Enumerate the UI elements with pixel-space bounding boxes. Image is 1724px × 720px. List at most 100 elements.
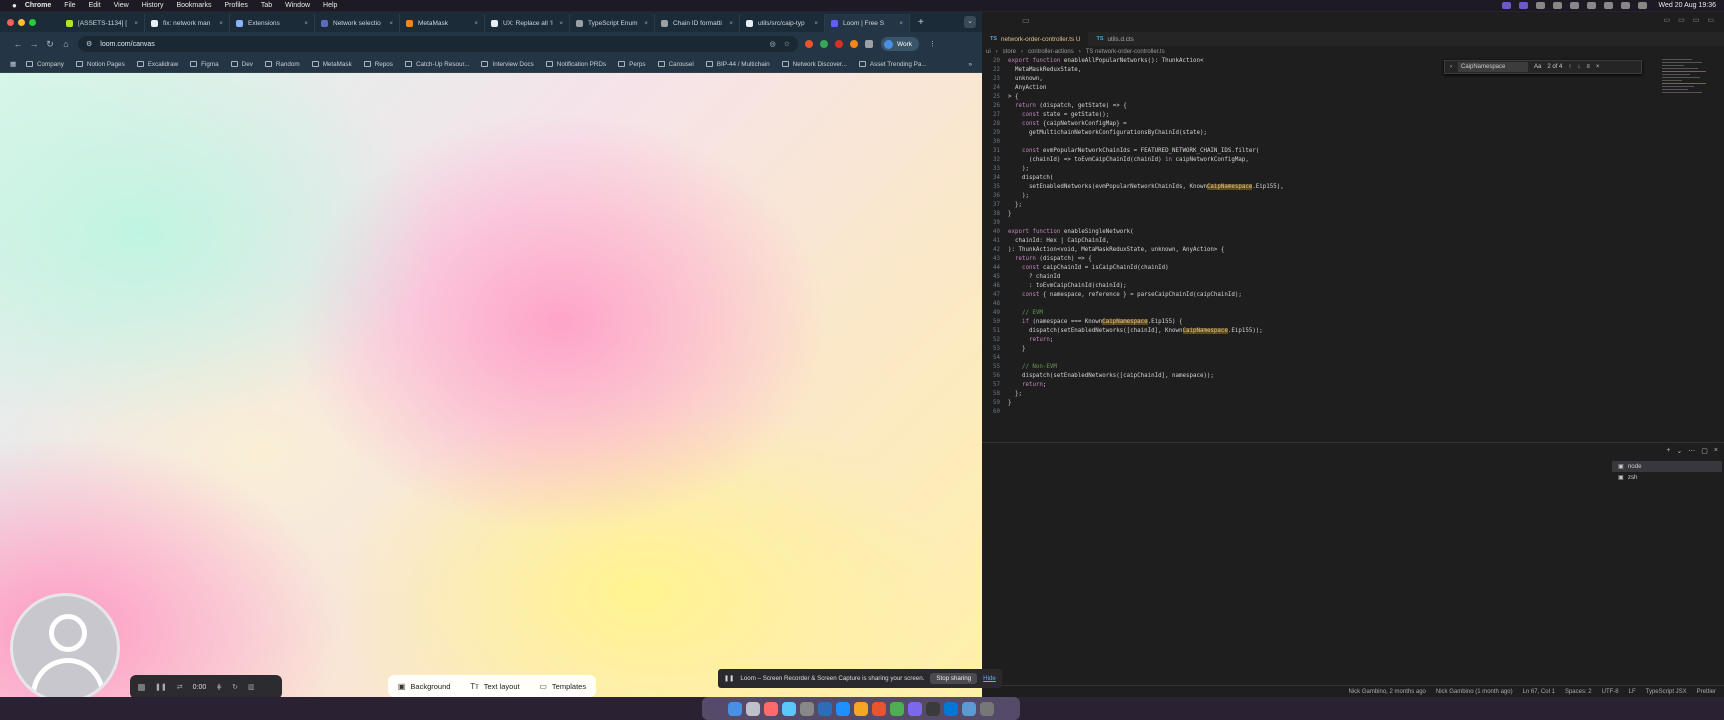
dock-app-icon[interactable] xyxy=(854,701,868,716)
trash-icon[interactable]: ▥ xyxy=(248,683,255,691)
camera-avatar-placeholder[interactable] xyxy=(10,593,120,697)
code-line[interactable]: 55 // Non-EVM xyxy=(982,363,1542,372)
more-menu-icon[interactable]: ⋮ xyxy=(929,40,936,48)
close-window-button[interactable] xyxy=(7,19,14,26)
code-line[interactable]: 33 ); xyxy=(982,165,1542,174)
find-in-selection-icon[interactable]: ≡ xyxy=(1586,64,1590,70)
code-line[interactable]: 48 xyxy=(982,300,1542,309)
status-app-icon[interactable] xyxy=(1501,2,1511,9)
bookmark-item[interactable]: BIP-44 / Multichain xyxy=(705,61,770,68)
bookmark-item[interactable]: Notification PRDs xyxy=(545,61,606,68)
site-info-icon[interactable]: ⚙ xyxy=(86,40,92,48)
code-line[interactable]: 34 dispatch( xyxy=(982,174,1542,183)
bookmark-item[interactable]: Interview Docs xyxy=(481,61,534,68)
code-line[interactable]: 59} xyxy=(982,399,1542,408)
close-tab-icon[interactable]: × xyxy=(219,20,223,27)
restart-icon[interactable]: ⇄ xyxy=(177,683,183,691)
code-line[interactable]: 52 return; xyxy=(982,336,1542,345)
maximize-panel-icon[interactable]: ▢ xyxy=(1701,447,1708,455)
bookmark-item[interactable]: Figma xyxy=(190,61,219,68)
menu-item-window[interactable]: Window xyxy=(285,2,310,9)
code-line[interactable]: 47 const { namespace, reference } = pars… xyxy=(982,291,1542,300)
status-app-icon[interactable] xyxy=(1535,2,1545,9)
breadcrumb-item[interactable]: TS network-order-controller.ts xyxy=(1086,49,1165,55)
close-tab-icon[interactable]: × xyxy=(899,20,903,27)
browser-tab[interactable]: MetaMask × xyxy=(400,14,485,32)
search-icon[interactable] xyxy=(1620,2,1630,9)
dock-app-icon[interactable] xyxy=(944,701,958,716)
code-line[interactable]: 39 xyxy=(982,219,1542,228)
terminal-item-zsh[interactable]: ▣ zsh xyxy=(1612,472,1722,483)
code-line[interactable]: 57 return; xyxy=(982,381,1542,390)
dock-app-icon[interactable] xyxy=(746,701,760,716)
status-item[interactable]: Ln 67, Col 1 xyxy=(1523,689,1555,695)
extension-icon[interactable] xyxy=(835,40,843,48)
bookmark-item[interactable]: MetaMask xyxy=(311,61,352,68)
browser-tab[interactable]: utils/src/caip-typ × xyxy=(740,14,825,32)
profile-button[interactable]: Work xyxy=(881,37,920,51)
more-icon[interactable]: ⋯ xyxy=(1688,447,1695,455)
status-item[interactable]: UTF-8 xyxy=(1602,689,1619,695)
code-line[interactable]: 53 } xyxy=(982,345,1542,354)
close-tab-icon[interactable]: × xyxy=(474,20,478,27)
close-icon[interactable]: × xyxy=(1596,64,1600,70)
menu-item-tab[interactable]: Tab xyxy=(261,2,272,9)
status-item[interactable]: TypeScript JSX xyxy=(1646,689,1687,695)
breadcrumb-item[interactable]: ui xyxy=(986,49,991,55)
browser-tab[interactable]: Network selectio × xyxy=(315,14,400,32)
dock-app-icon[interactable] xyxy=(962,701,976,716)
status-app-icon[interactable] xyxy=(1569,2,1579,9)
bookmark-item[interactable]: Catch-Up Resour... xyxy=(404,61,469,68)
code-line[interactable]: 54 xyxy=(982,354,1542,363)
close-tab-icon[interactable]: × xyxy=(389,20,393,27)
battery-icon[interactable] xyxy=(1586,2,1596,9)
menu-item-file[interactable]: File xyxy=(64,2,75,9)
reload-icon[interactable]: ↻ xyxy=(42,39,58,50)
code-line[interactable]: 51 dispatch(setEnabledNetworks([chainId]… xyxy=(982,327,1542,336)
code-line[interactable]: 28 const {caipNetworkConfigMap} = xyxy=(982,120,1542,129)
browser-tab[interactable]: Extensions × xyxy=(230,14,315,32)
browser-tab[interactable]: [ASSETS-1134] [× xyxy=(60,14,145,32)
bookmark-item[interactable]: Notion Pages xyxy=(75,61,125,68)
chevron-right-icon[interactable]: › xyxy=(1450,64,1452,70)
layout-icon[interactable]: ▭ xyxy=(1707,16,1714,24)
close-tab-icon[interactable]: × xyxy=(644,20,648,27)
code-line[interactable]: 32 (chainId) => toEvmCaipChainId(chainId… xyxy=(982,156,1542,165)
dock-app-icon[interactable] xyxy=(728,701,742,716)
menu-item-help[interactable]: Help xyxy=(323,2,337,9)
status-app-icon[interactable] xyxy=(1518,2,1528,9)
code-line[interactable]: 29 getMultichainNetworkConfigurationsByC… xyxy=(982,129,1542,138)
code-line[interactable]: 26 return (dispatch, getState) => { xyxy=(982,102,1542,111)
terminal-item-node[interactable]: ▣ node xyxy=(1612,461,1722,472)
dock-app-icon[interactable] xyxy=(872,701,886,716)
menu-item-profiles[interactable]: Profiles xyxy=(224,2,247,9)
close-tab-icon[interactable]: × xyxy=(134,20,138,27)
dock-app-icon[interactable] xyxy=(890,701,904,716)
next-match-icon[interactable]: ↓ xyxy=(1577,64,1580,70)
status-item[interactable]: Spaces: 2 xyxy=(1565,689,1592,695)
code-line[interactable]: 31 const evmPopularNetworkChainIds = FEA… xyxy=(982,147,1542,156)
previous-match-icon[interactable]: ↑ xyxy=(1568,64,1571,70)
code-line[interactable]: 50 if (namespace === KnownCaipNamespace.… xyxy=(982,318,1542,327)
dock-app-icon[interactable] xyxy=(764,701,778,716)
dock-app-icon[interactable] xyxy=(818,701,832,716)
browser-tab[interactable]: Loom | Free S × xyxy=(825,14,910,32)
hide-button[interactable]: Hide xyxy=(983,675,996,682)
close-tab-icon[interactable]: × xyxy=(304,20,308,27)
code-line[interactable]: 46 : toEvmCaipChainId(chainId); xyxy=(982,282,1542,291)
code-line[interactable]: 30 xyxy=(982,138,1542,147)
home-icon[interactable]: ⌂ xyxy=(58,39,74,49)
editor-tab[interactable]: TS network-order-controller.ts U xyxy=(982,32,1089,46)
apps-grid-icon[interactable]: ▦ xyxy=(10,61,16,68)
code-line[interactable]: 60 xyxy=(982,408,1542,417)
text-layout-button[interactable]: Tт Text layout xyxy=(470,682,519,691)
zoom-window-button[interactable] xyxy=(29,19,36,26)
menu-item-bookmarks[interactable]: Bookmarks xyxy=(176,2,211,9)
match-case-icon[interactable]: Aa xyxy=(1534,64,1541,70)
code-line[interactable]: 38} xyxy=(982,210,1542,219)
extension-icon[interactable] xyxy=(820,40,828,48)
menu-item-chrome[interactable]: Chrome xyxy=(25,2,51,9)
layout-icon[interactable]: ▭ xyxy=(1022,16,1030,25)
status-item[interactable]: Prettier xyxy=(1697,689,1716,695)
templates-button[interactable]: ▭ Templates xyxy=(539,682,586,691)
